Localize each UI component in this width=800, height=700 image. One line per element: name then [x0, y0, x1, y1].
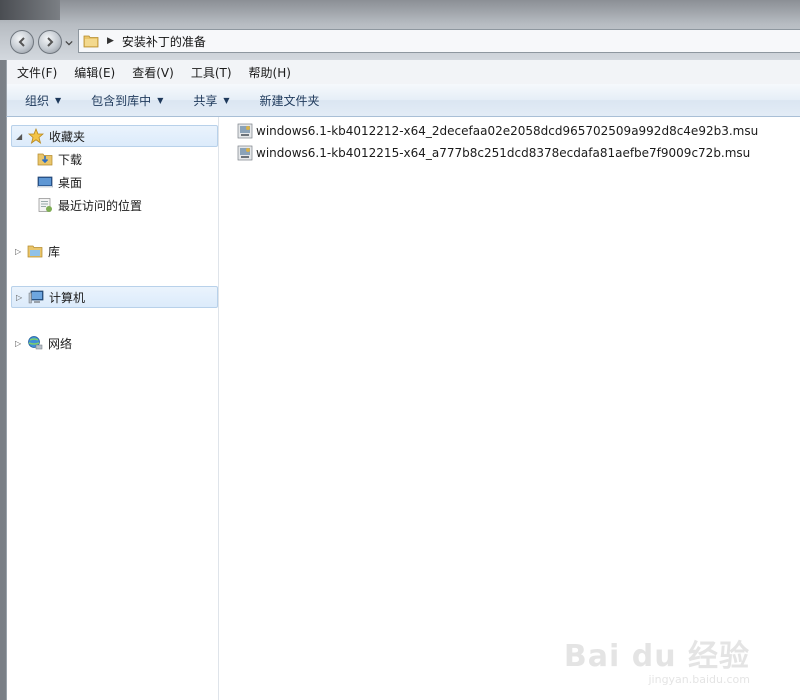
caret-down-icon: ▼: [55, 95, 62, 105]
file-name: windows6.1-kb4012212-x64_2decefaa02e2058…: [256, 124, 759, 138]
folder-icon: [83, 35, 99, 48]
back-button[interactable]: [10, 30, 34, 54]
nav-item-recent-places[interactable]: 最近访问的位置: [35, 194, 215, 216]
nav-item-computer[interactable]: ▷ 计算机: [11, 286, 218, 308]
recent-pages-dropdown[interactable]: [64, 38, 74, 48]
caret-down-icon: ▼: [157, 95, 164, 105]
nav-item-label: 最近访问的位置: [58, 198, 143, 213]
nav-item-downloads[interactable]: 下载: [35, 148, 215, 170]
nav-item-label: 计算机: [49, 290, 86, 305]
include-in-library-button[interactable]: 包含到库中 ▼: [91, 92, 163, 109]
include-in-library-label: 包含到库中: [91, 93, 152, 108]
star-icon: [28, 128, 44, 144]
libraries-icon: [27, 243, 43, 259]
breadcrumb-current-folder[interactable]: 安装补丁的准备: [122, 33, 206, 50]
caret-down-icon: ▼: [223, 95, 230, 105]
chevron-down-icon: [65, 40, 73, 46]
back-arrow-icon: [18, 37, 25, 47]
forward-arrow-icon: [47, 37, 54, 47]
recent-places-icon: [37, 197, 53, 213]
menu-file[interactable]: 文件(F): [7, 64, 64, 81]
downloads-folder-icon: [37, 151, 53, 167]
computer-icon: [28, 289, 44, 305]
breadcrumb-chevron-icon[interactable]: ▶: [107, 36, 114, 46]
nav-item-label: 网络: [48, 336, 73, 351]
file-list-item[interactable]: windows6.1-kb4012215-x64_a777b8c251dcd83…: [237, 143, 750, 163]
new-folder-button[interactable]: 新建文件夹: [260, 92, 320, 109]
expand-triangle-icon[interactable]: ▷: [15, 339, 25, 348]
forward-button[interactable]: [38, 30, 62, 54]
file-list-pane: windows6.1-kb4012212-x64_2decefaa02e2058…: [219, 117, 800, 700]
window-corner: [0, 0, 60, 20]
msu-installer-icon: [237, 145, 253, 161]
organize-button[interactable]: 组织 ▼: [25, 92, 61, 109]
nav-item-libraries[interactable]: ▷ 库: [11, 240, 218, 262]
expand-triangle-icon[interactable]: ▷: [15, 247, 25, 256]
msu-installer-icon: [237, 123, 253, 139]
command-bar: 组织 ▼ 包含到库中 ▼ 共享 ▼ 新建文件夹: [6, 84, 800, 117]
nav-item-network[interactable]: ▷ 网络: [11, 332, 218, 354]
address-bar[interactable]: ▶ 安装补丁的准备: [78, 29, 800, 53]
nav-item-label: 库: [48, 244, 61, 259]
share-label: 共享: [193, 93, 218, 108]
nav-item-label: 桌面: [58, 175, 83, 190]
nav-item-label: 收藏夹: [49, 129, 86, 144]
organize-label: 组织: [25, 93, 50, 108]
nav-item-desktop[interactable]: 桌面: [35, 171, 215, 193]
nav-item-favorites[interactable]: ◢ 收藏夹: [11, 125, 218, 147]
nav-item-label: 下载: [58, 152, 83, 167]
file-list-item[interactable]: windows6.1-kb4012212-x64_2decefaa02e2058…: [237, 121, 758, 141]
menu-edit[interactable]: 编辑(E): [64, 64, 122, 81]
expand-triangle-icon[interactable]: ▷: [16, 293, 26, 302]
menu-view[interactable]: 查看(V): [122, 64, 181, 81]
baidu-jingyan-watermark: Bai du 经验 jingyan.baidu.com: [564, 631, 750, 686]
collapse-triangle-icon[interactable]: ◢: [16, 132, 26, 141]
file-name: windows6.1-kb4012215-x64_a777b8c251dcd83…: [256, 146, 751, 160]
new-folder-label: 新建文件夹: [259, 93, 320, 108]
menu-bar: 文件(F) 编辑(E) 查看(V) 工具(T) 帮助(H): [6, 60, 800, 84]
share-button[interactable]: 共享 ▼: [193, 92, 229, 109]
navigation-pane: ◢ 收藏夹 下载 桌面 最近访问的位置 ▷ 库 ▷ 计算机 ▷ 网络: [6, 117, 219, 700]
menu-tools[interactable]: 工具(T): [181, 64, 239, 81]
desktop-icon: [37, 174, 53, 190]
network-icon: [27, 335, 43, 351]
menu-help[interactable]: 帮助(H): [239, 64, 298, 81]
watermark-logo: Bai du 经验: [563, 639, 750, 674]
